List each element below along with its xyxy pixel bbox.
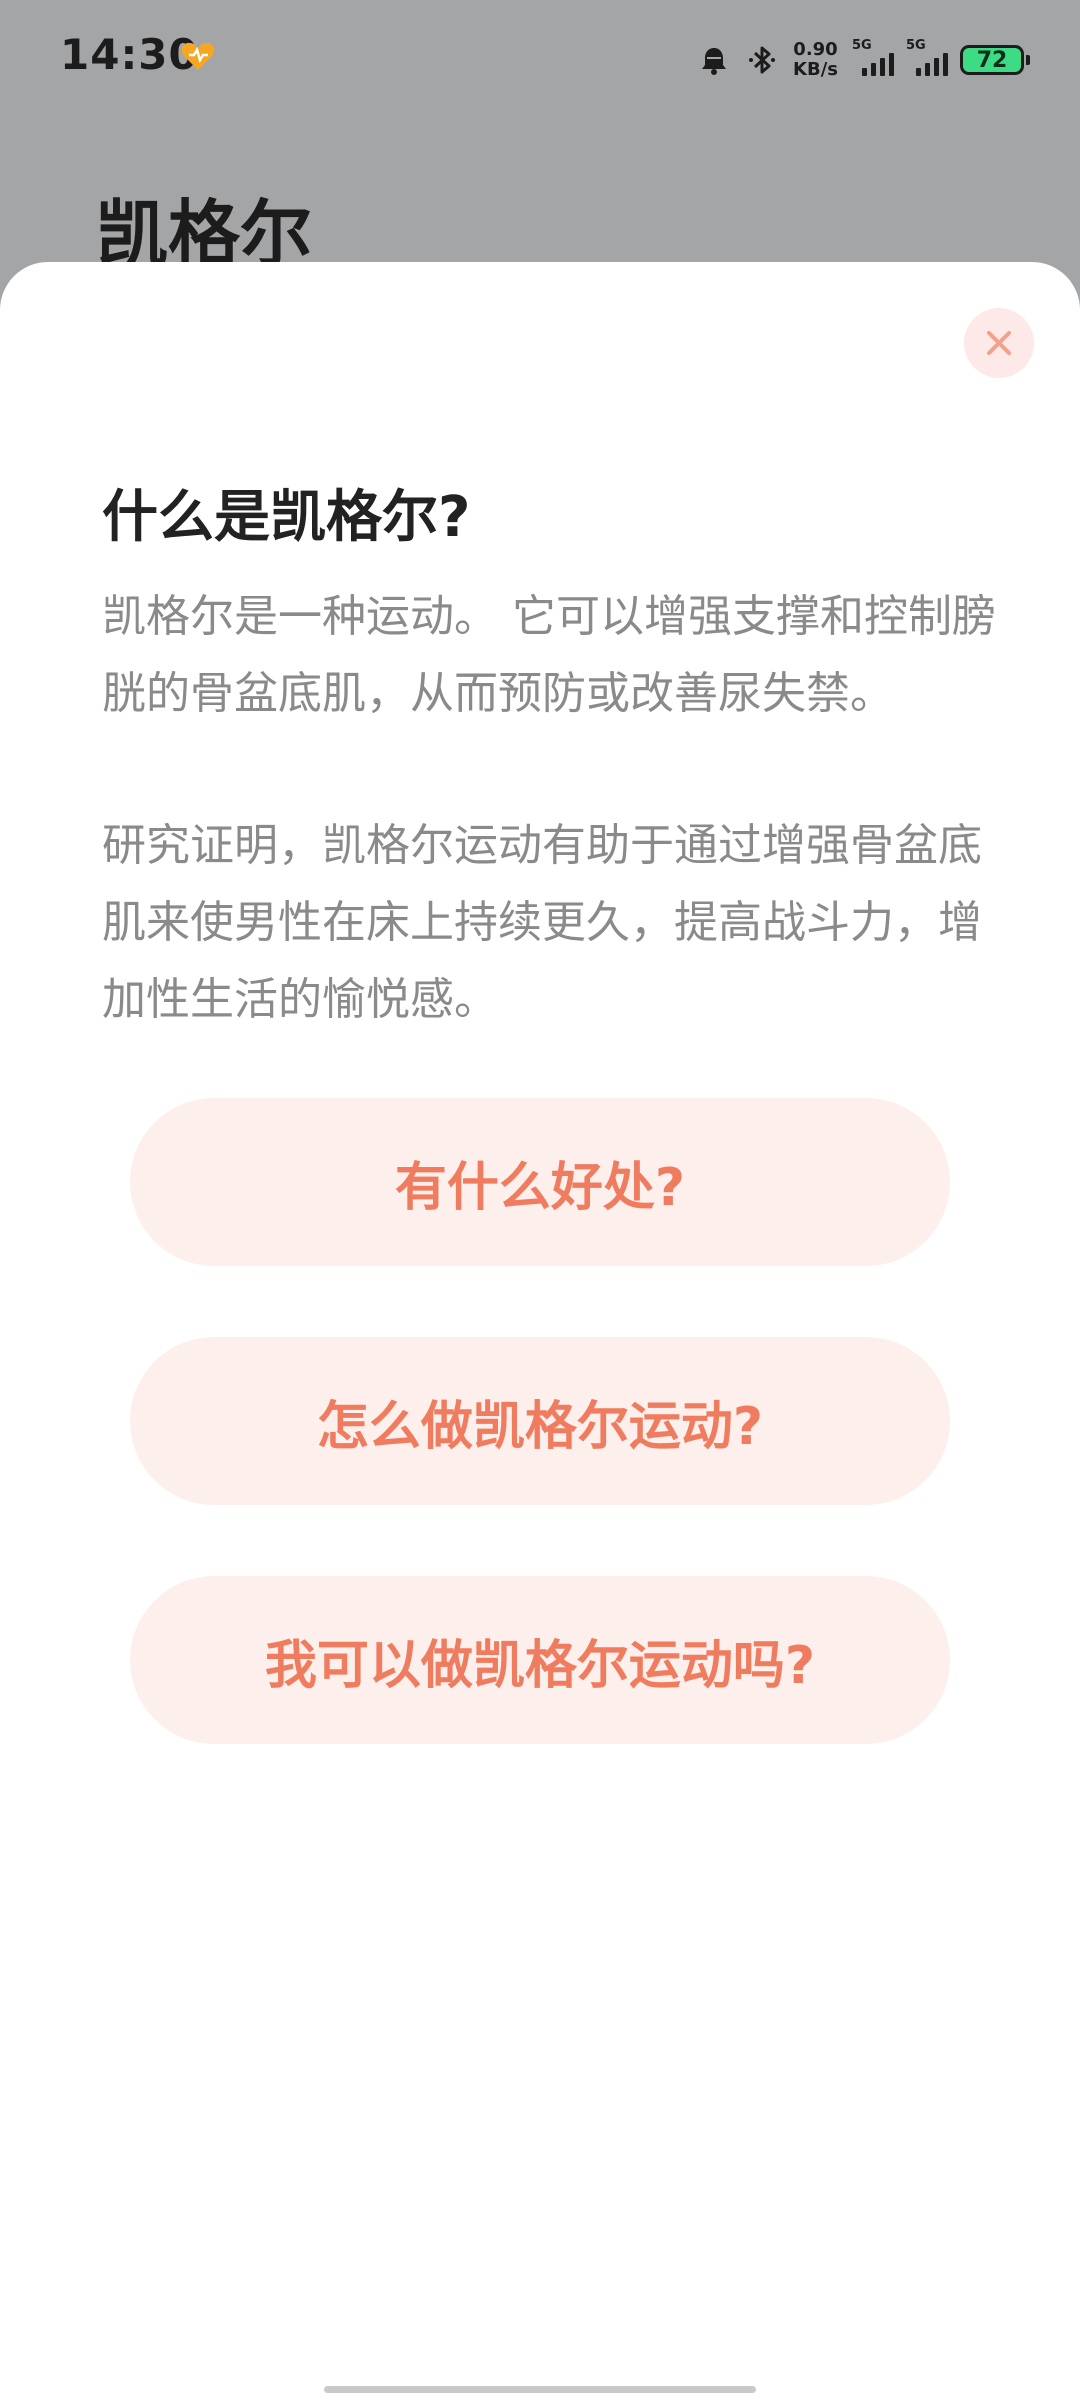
how-to-button[interactable]: 怎么做凯格尔运动? <box>130 1337 950 1505</box>
eligibility-button[interactable]: 我可以做凯格尔运动吗? <box>130 1576 950 1744</box>
status-time: 14:30 <box>60 30 199 79</box>
network-speed: 0.90 KB/s <box>793 40 838 80</box>
battery-icon: 72 <box>960 45 1030 75</box>
network-speed-unit: KB/s <box>793 59 838 80</box>
signal-tag-2: 5G <box>906 38 926 53</box>
alarm-icon <box>702 48 727 75</box>
bluetooth-icon <box>749 46 776 74</box>
network-speed-value: 0.90 <box>793 39 838 60</box>
signal-tag: 5G <box>852 38 872 53</box>
description-paragraph-2: 研究证明，凯格尔运动有助于通过增强骨盆底肌来使男性在床上持续更久，提高战斗力，增… <box>102 820 982 1025</box>
benefits-button[interactable]: 有什么好处? <box>130 1098 950 1266</box>
battery-level: 72 <box>976 47 1008 73</box>
description-paragraph-1: 凯格尔是一种运动。 它可以增强支撑和控制膀胱的骨盆底肌，从而预防或改善尿失禁。 <box>102 591 996 719</box>
signal-icon-2: 5G <box>906 38 948 80</box>
close-button[interactable] <box>964 308 1034 378</box>
home-indicator[interactable] <box>324 2386 756 2393</box>
close-icon <box>987 331 1011 355</box>
heart-app-icon <box>181 42 215 70</box>
sheet-heading: 什么是凯格尔? <box>102 485 471 550</box>
status-icons: 0.90 KB/s 5G 5G 72 <box>697 34 1030 86</box>
signal-icon: 5G <box>852 38 894 80</box>
status-bar: 14:30 0.90 KB/s 5G 5G 72 <box>0 0 1080 120</box>
